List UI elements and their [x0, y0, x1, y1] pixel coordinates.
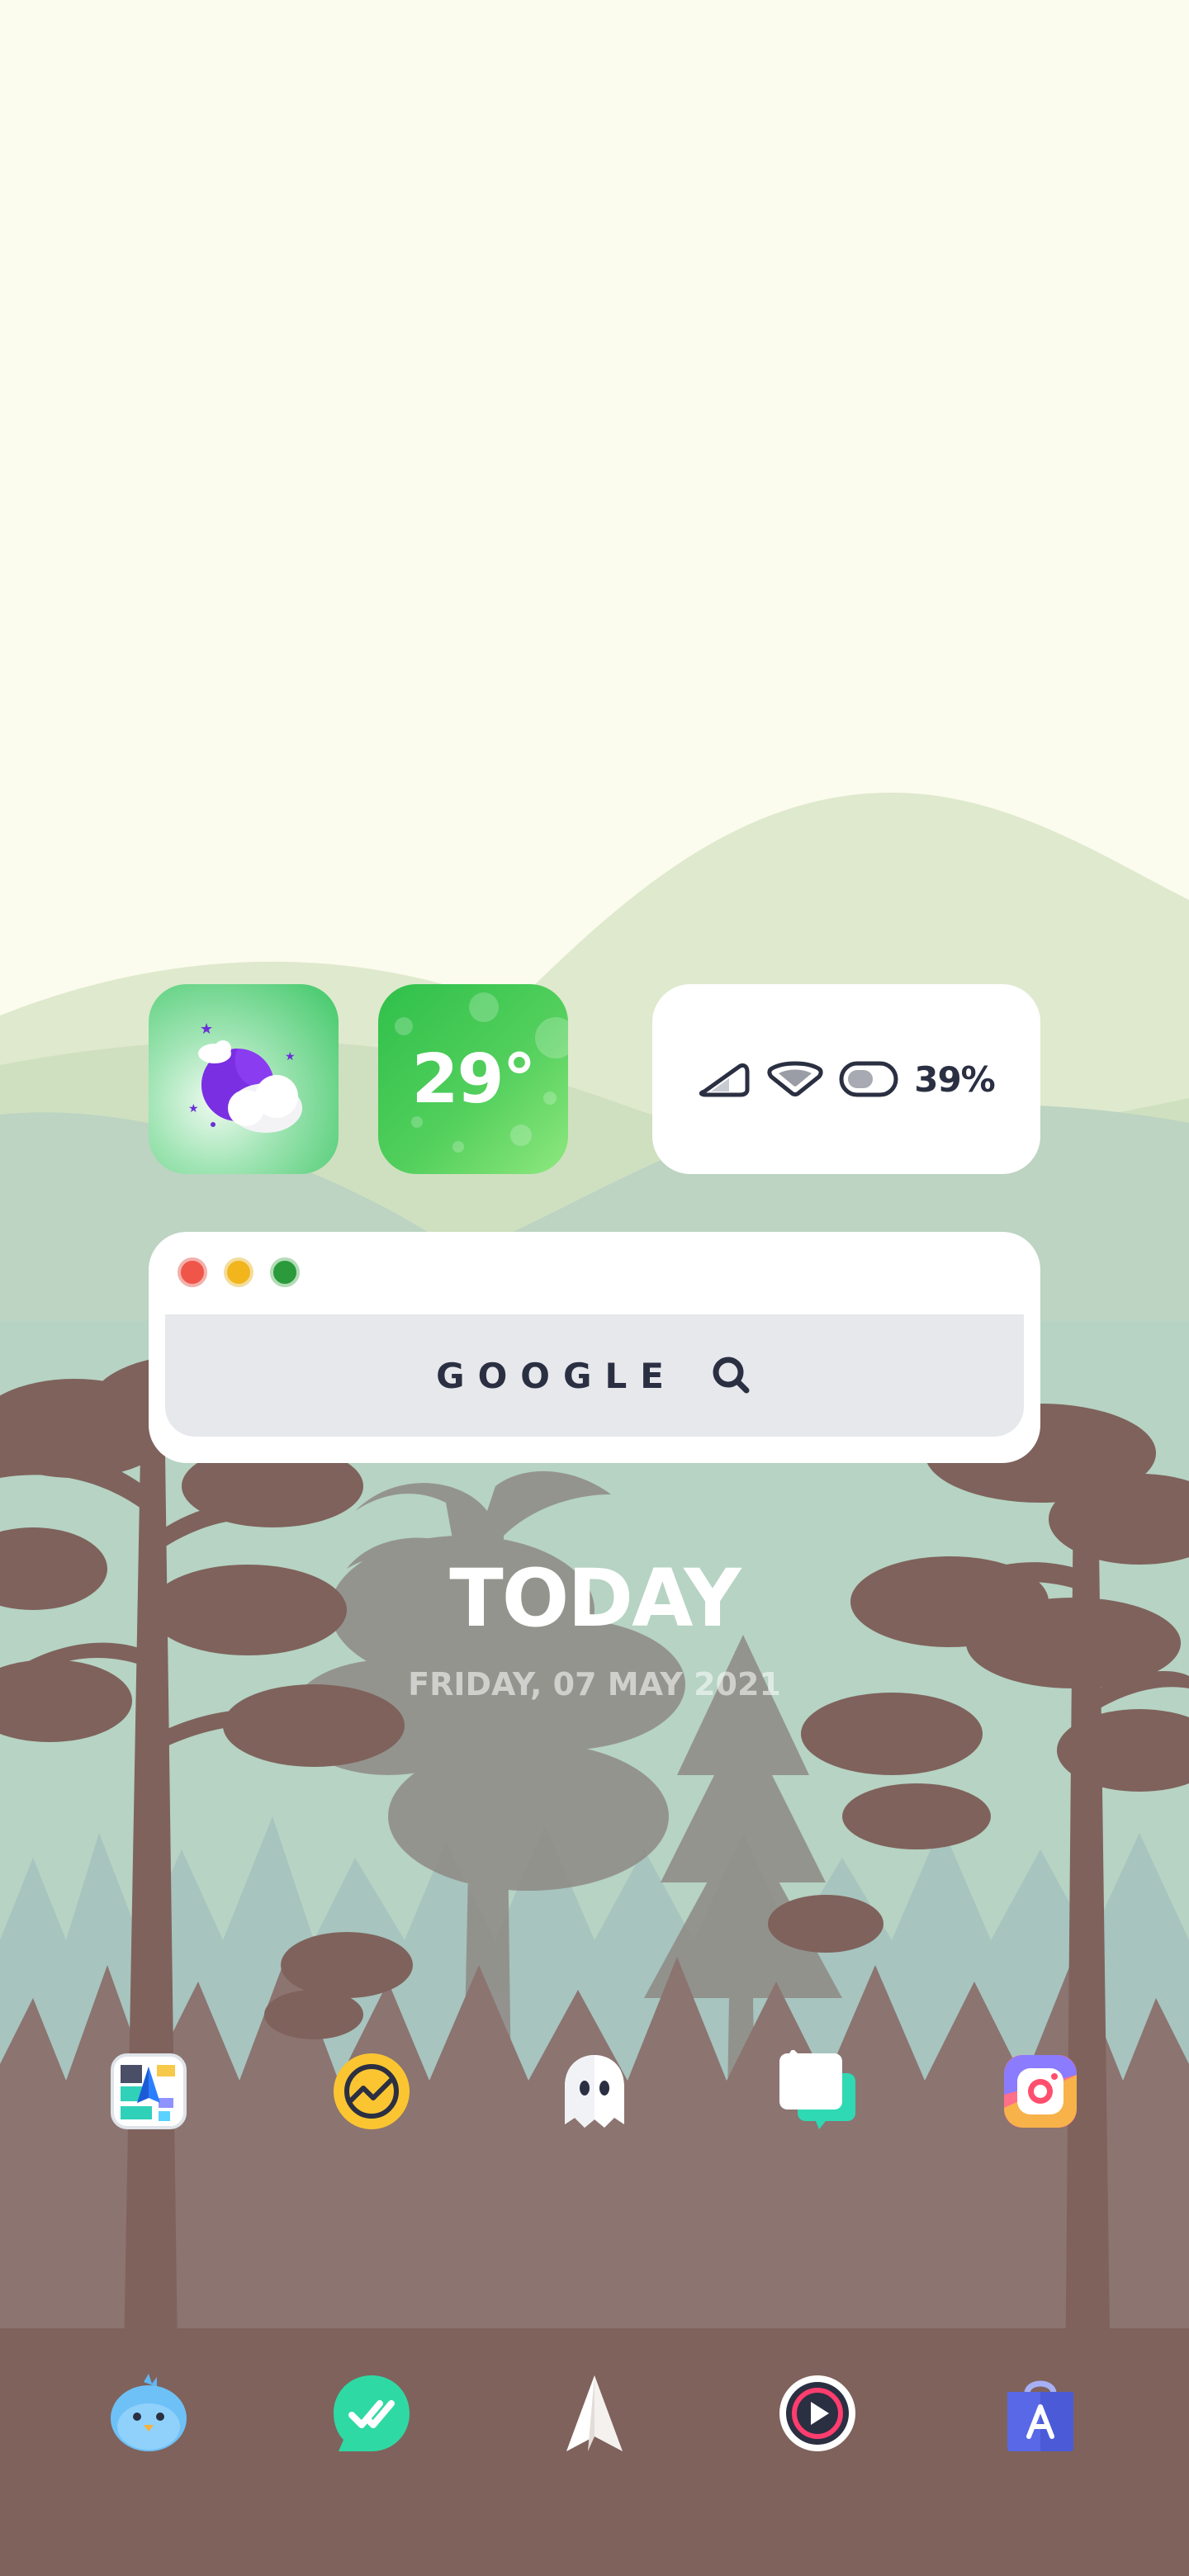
night-cloud-icon: ★ ★ ★	[188, 1020, 302, 1133]
ghost-icon	[565, 2055, 624, 2128]
play-circle-icon	[779, 2375, 855, 2451]
battery-toggle-icon	[839, 1061, 898, 1097]
bird-app[interactable]	[107, 2372, 190, 2455]
ghost-app[interactable]	[553, 2050, 636, 2133]
chat-bubbles-icon	[779, 2050, 855, 2129]
battery-percent: 39%	[914, 1058, 996, 1100]
app-store-app[interactable]	[999, 2372, 1082, 2455]
search-label: GOOGLE	[436, 1355, 677, 1396]
chat-app[interactable]	[776, 2050, 859, 2133]
close-dot-icon	[178, 1257, 207, 1287]
minimize-dot-icon	[224, 1257, 253, 1287]
paper-plane-app[interactable]	[553, 2372, 636, 2455]
maximize-dot-icon	[270, 1257, 300, 1287]
maps-app[interactable]	[107, 2050, 190, 2133]
basecamp-app[interactable]	[330, 2050, 413, 2133]
today-title[interactable]: TODAY	[0, 1552, 1189, 1645]
map-icon	[111, 2053, 187, 2129]
system-status-widget[interactable]: 39%	[652, 984, 1040, 1174]
svg-text:★: ★	[200, 1020, 213, 1037]
wifi-icon	[767, 1061, 823, 1096]
google-search-bar[interactable]: GOOGLE	[165, 1314, 1024, 1437]
basecamp-icon	[334, 2053, 410, 2129]
tasks-app[interactable]	[330, 2372, 413, 2455]
temperature-widget[interactable]: 29°	[378, 984, 568, 1174]
svg-text:★: ★	[285, 1049, 296, 1063]
temperature-value: 29°	[411, 1039, 536, 1119]
shopping-bag-icon	[1007, 2380, 1073, 2451]
svg-text:★: ★	[188, 1101, 199, 1115]
double-check-chat-icon	[334, 2375, 410, 2451]
search-icon	[713, 1357, 750, 1394]
signal-icon	[699, 1063, 750, 1097]
music-player-app[interactable]	[776, 2372, 859, 2455]
paper-plane-icon	[566, 2375, 623, 2451]
bird-icon	[111, 2374, 187, 2451]
camera-icon	[1004, 2055, 1077, 2128]
instagram-app[interactable]	[999, 2050, 1082, 2133]
date-label: FRIDAY, 07 MAY 2021	[408, 1666, 781, 1702]
weather-condition-widget[interactable]: ★ ★ ★	[149, 984, 339, 1174]
